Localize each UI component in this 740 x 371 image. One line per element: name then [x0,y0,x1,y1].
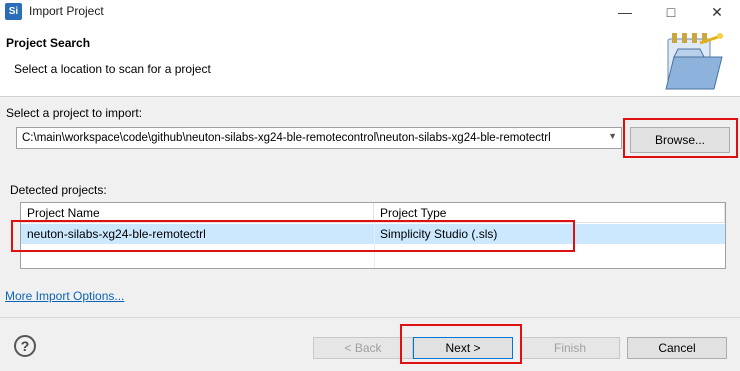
maximize-icon[interactable]: □ [648,0,694,24]
finish-button[interactable]: Finish [520,337,620,359]
cancel-button[interactable]: Cancel [627,337,727,359]
more-import-options-link[interactable]: More Import Options... [5,289,124,303]
page-title: Project Search [6,36,91,50]
project-name-cell: neuton-silabs-xg24-ble-remotectrl [27,227,206,241]
wizard-header: Project Search Select a location to scan… [0,24,740,97]
project-path-value: C:\main\workspace\code\github\neuton-sil… [22,132,551,144]
back-button[interactable]: < Back [313,337,413,359]
browse-button[interactable]: Browse... [630,127,730,153]
minimize-icon[interactable]: — [602,0,648,24]
close-icon[interactable]: ✕ [694,0,740,24]
column-header-project-name[interactable]: Project Name [21,203,374,223]
column-divider [374,223,375,268]
app-icon: Si [5,3,22,20]
folder-wizard-icon [665,33,723,90]
page-description: Select a location to scan for a project [14,62,211,76]
help-icon[interactable]: ? [14,335,36,357]
window-title: Import Project [29,4,104,18]
chevron-down-icon[interactable]: ▼ [608,131,617,141]
table-row[interactable]: neuton-silabs-xg24-ble-remotectrl Simpli… [21,224,725,244]
title-bar: Si Import Project — □ ✕ [0,0,740,24]
project-path-combobox[interactable]: C:\main\workspace\code\github\neuton-sil… [16,127,622,149]
detected-projects-label: Detected projects: [10,183,107,197]
detected-projects-table: Project Name Project Type neuton-silabs-… [20,202,726,269]
footer-divider [0,317,740,318]
column-header-project-type[interactable]: Project Type [374,203,725,223]
select-project-label: Select a project to import: [6,106,143,120]
next-button[interactable]: Next > [413,337,513,359]
project-type-cell: Simplicity Studio (.sls) [380,227,498,241]
